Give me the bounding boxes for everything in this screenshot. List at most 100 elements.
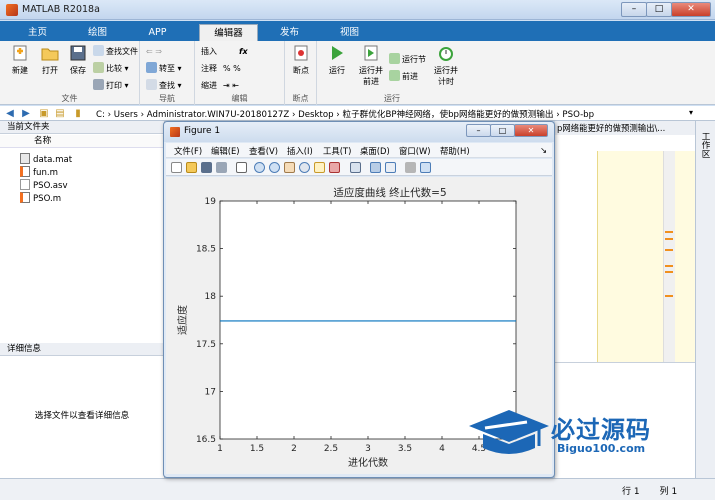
file-row-pso-m[interactable]: PSO.m <box>20 192 61 205</box>
menu-file[interactable]: 文件(F) <box>174 145 202 157</box>
find-button[interactable]: 查找 ▾ <box>146 79 182 92</box>
link-plot-icon[interactable] <box>350 162 361 173</box>
figure-maximize-button[interactable]: □ <box>490 124 515 137</box>
run-advance-button[interactable]: 运行并 前进 <box>355 44 387 88</box>
figure-minimize-button[interactable]: – <box>466 124 491 137</box>
open-file-icon[interactable] <box>186 162 197 173</box>
comment-button[interactable]: 注释 <box>201 62 217 75</box>
brush-icon[interactable] <box>329 162 340 173</box>
file-name: PSO.m <box>33 194 62 204</box>
menu-insert[interactable]: 插入(I) <box>287 145 313 157</box>
tab-editor[interactable]: 编辑器 <box>199 24 258 41</box>
save-label: 保存 <box>70 66 86 75</box>
save-button[interactable]: 保存 <box>63 44 93 88</box>
colorbar-icon[interactable] <box>370 162 381 173</box>
browse-folder-icon[interactable]: ▤ <box>54 108 66 119</box>
menu-desktop[interactable]: 桌面(D) <box>360 145 390 157</box>
code-marker[interactable] <box>665 249 673 251</box>
tab-apps[interactable]: APP <box>128 24 187 41</box>
insert-button[interactable]: 插入 <box>201 45 217 58</box>
watermark-text: 必过源码 <box>551 416 651 444</box>
zoom-in-icon[interactable] <box>254 162 265 173</box>
menu-window[interactable]: 窗口(W) <box>399 145 431 157</box>
col-value: 1 <box>671 487 678 497</box>
save-figure-icon[interactable] <box>201 162 212 173</box>
edit-plot-arrow-icon[interactable] <box>236 162 247 173</box>
fx-button[interactable]: fx <box>239 45 248 58</box>
current-path[interactable]: C: › Users › Administrator.WIN7U-2018012… <box>96 108 594 120</box>
code-marker[interactable] <box>665 238 673 240</box>
tab-view[interactable]: 视图 <box>320 24 379 41</box>
y-tick-label: 18 <box>205 292 217 302</box>
run-timer-icon <box>439 47 453 61</box>
legend-icon[interactable] <box>385 162 396 173</box>
goto-icon <box>146 62 157 73</box>
y-tick-label: 19 <box>205 197 217 207</box>
path-dropdown-icon[interactable]: ▾ <box>689 108 693 117</box>
print-button[interactable]: 打印 ▾ <box>93 79 129 92</box>
maximize-button[interactable]: □ <box>646 2 672 17</box>
editor-tab-header[interactable]: p网络能更好的做预测输出\... <box>555 121 695 135</box>
forward-arrow-icon[interactable]: ▶ <box>20 108 32 119</box>
menu-tools[interactable]: 工具(T) <box>323 145 351 157</box>
run-button[interactable]: 运行 <box>322 44 352 88</box>
new-figure-icon[interactable] <box>171 162 182 173</box>
open-label: 打开 <box>42 66 58 75</box>
menu-dock-icon[interactable]: ↘ <box>540 145 547 155</box>
compare-button[interactable]: 比较 ▾ <box>93 62 129 75</box>
zoom-out-icon[interactable] <box>269 162 280 173</box>
chart-title: 适应度曲线 终止代数=5 <box>333 186 446 199</box>
close-button[interactable]: ✕ <box>671 2 711 17</box>
print-figure-icon[interactable] <box>216 162 227 173</box>
file-row-fun-m[interactable]: fun.m <box>20 166 58 179</box>
menu-help[interactable]: 帮助(H) <box>440 145 470 157</box>
workspace-side-tab[interactable] <box>695 121 715 478</box>
run-section-button[interactable]: 运行节 <box>389 53 426 66</box>
figure-title-bar[interactable]: Figure 1 – □ ✕ <box>164 122 554 142</box>
up-folder-icon[interactable]: ▣ <box>38 108 50 119</box>
tab-home[interactable]: 主页 <box>8 24 67 41</box>
editor-text-area[interactable] <box>597 151 695 386</box>
run-time-button[interactable]: 运行并 计时 <box>430 44 462 88</box>
find-label: 查找 <box>159 81 175 90</box>
comment-percent-icon[interactable]: % % <box>223 62 241 75</box>
tab-plots[interactable]: 绘图 <box>68 24 127 41</box>
workspace-label[interactable]: 工作区 <box>699 132 711 158</box>
file-row-data-mat[interactable]: data.mat <box>20 153 72 166</box>
hide-tools-icon[interactable] <box>405 162 416 173</box>
goto-button[interactable]: 转至 ▾ <box>146 62 182 75</box>
folder-icon: ▮ <box>75 108 81 119</box>
show-tools-icon[interactable] <box>420 162 431 173</box>
save-disk-icon <box>70 45 86 61</box>
find-files-button[interactable]: 查找文件 <box>93 45 138 58</box>
file-list-header[interactable]: 名称 <box>0 135 164 148</box>
indent-icon[interactable]: ⇥ ⇤ <box>223 79 239 92</box>
figure-close-button[interactable]: ✕ <box>514 124 548 137</box>
menu-view[interactable]: 查看(V) <box>249 145 278 157</box>
figure-window-controls: – □ ✕ <box>466 124 550 139</box>
menu-edit[interactable]: 编辑(E) <box>211 145 240 157</box>
minimize-button[interactable]: – <box>621 2 647 17</box>
x-tick-label: 3 <box>365 444 371 454</box>
figure-title: Figure 1 <box>184 126 221 136</box>
ribbon-group-run: 运行 运行并 前进 运行节 前进 运行并 计时 运行 <box>317 41 467 105</box>
code-marker[interactable] <box>665 231 673 233</box>
open-button[interactable]: 打开 <box>35 44 65 88</box>
rotate-3d-icon[interactable] <box>299 162 310 173</box>
indent-button[interactable]: 缩进 <box>201 79 217 92</box>
code-marker[interactable] <box>665 295 673 297</box>
back-arrow-icon[interactable]: ◀ <box>4 108 16 119</box>
column-name-header[interactable]: 名称 <box>34 136 51 146</box>
editor-scrollbar[interactable] <box>663 151 675 386</box>
tab-publish[interactable]: 发布 <box>260 24 319 41</box>
code-marker[interactable] <box>665 265 673 267</box>
nav-back-forward[interactable]: ⇐ ⇒ <box>146 45 162 58</box>
pan-hand-icon[interactable] <box>284 162 295 173</box>
advance-button[interactable]: 前进 <box>389 70 418 83</box>
breakpoints-button[interactable]: 断点 <box>286 44 316 88</box>
figure-toolbar <box>166 159 552 176</box>
data-cursor-icon[interactable] <box>314 162 325 173</box>
file-row-pso-asv[interactable]: PSO.asv <box>20 179 68 192</box>
code-marker[interactable] <box>665 271 673 273</box>
new-button[interactable]: 新建 <box>5 44 35 88</box>
